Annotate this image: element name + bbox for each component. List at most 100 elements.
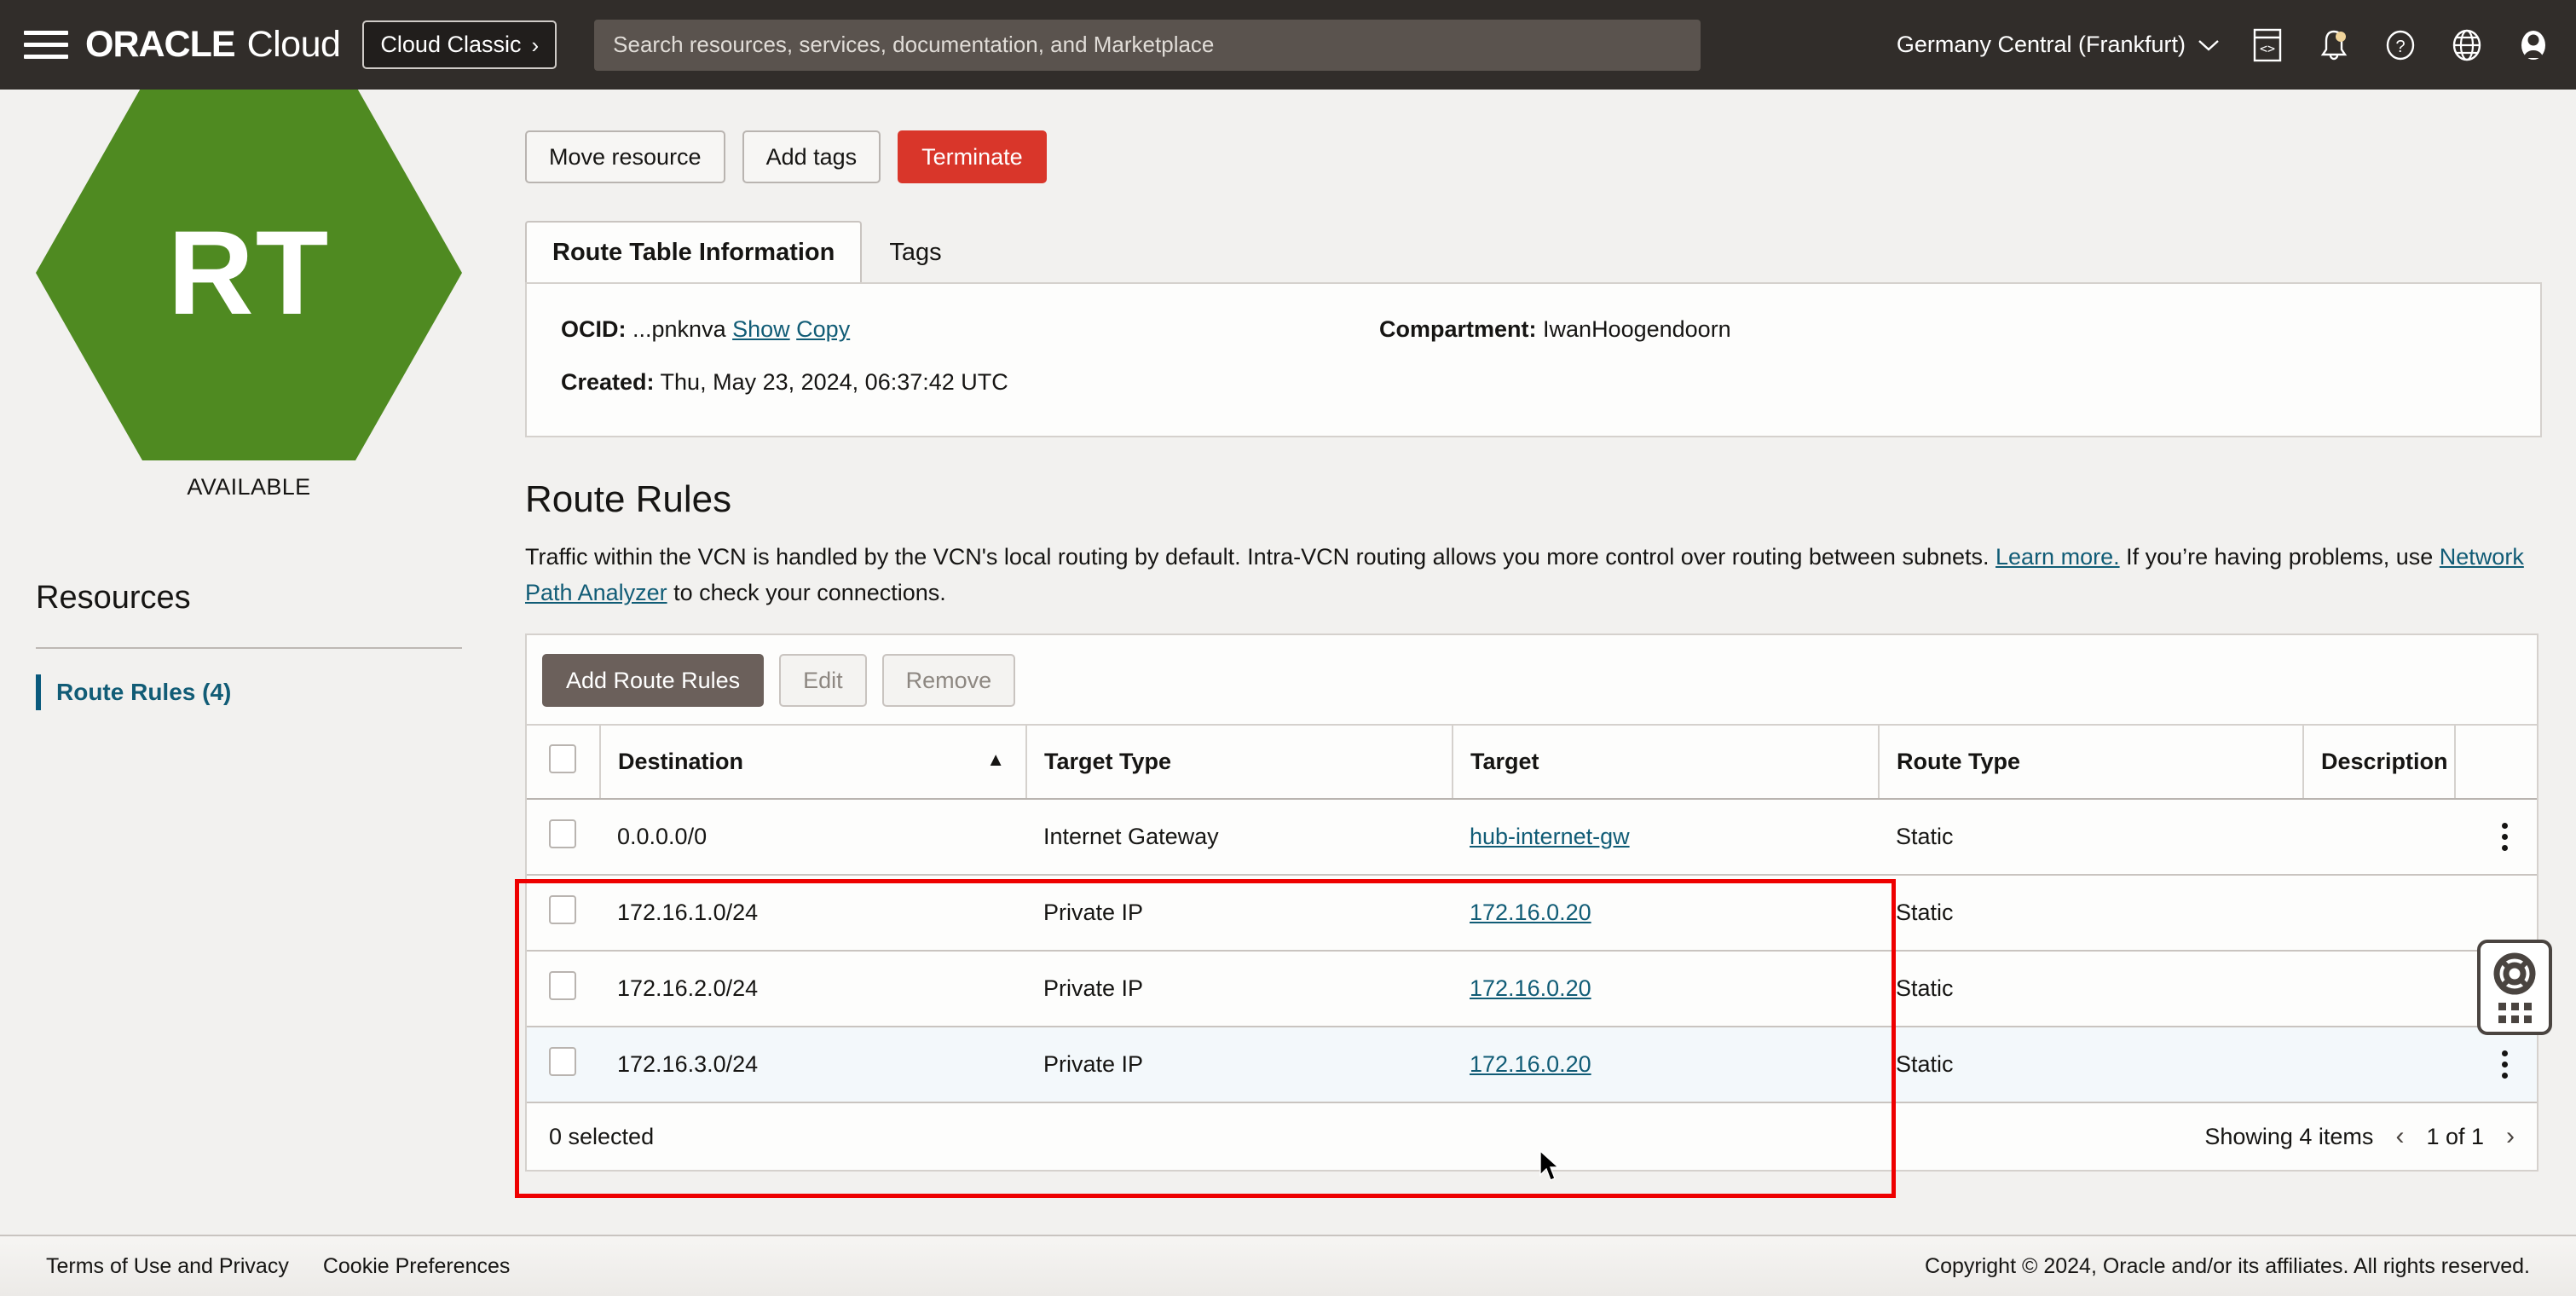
- row-checkbox[interactable]: [549, 1047, 576, 1076]
- notifications-bell-icon[interactable]: [2315, 26, 2353, 64]
- tab-tags[interactable]: Tags: [862, 221, 968, 284]
- description-text-1: Traffic within the VCN is handled by the…: [525, 544, 1996, 570]
- row-select-cell: [527, 799, 600, 875]
- created-group: Created: Thu, May 23, 2024, 06:37:42 UTC: [561, 366, 1379, 399]
- column-header-actions: [2455, 725, 2537, 799]
- resources-heading: Resources: [36, 580, 462, 616]
- created-value: Thu, May 23, 2024, 06:37:42 UTC: [661, 369, 1008, 395]
- page-indicator: 1 of 1: [2426, 1124, 2484, 1150]
- lifesaver-help-icon: [2492, 952, 2537, 996]
- target-link[interactable]: 172.16.0.20: [1470, 1051, 1591, 1077]
- previous-page-icon[interactable]: ‹: [2395, 1122, 2404, 1151]
- sidebar-item-route-rules[interactable]: Route Rules (4): [36, 674, 462, 710]
- chevron-down-icon: [2198, 38, 2220, 52]
- status-badge: AVAILABLE: [36, 474, 462, 500]
- table-row[interactable]: 172.16.3.0/24 Private IP 172.16.0.20 Sta…: [527, 1027, 2537, 1102]
- hexagon-badge: RT: [36, 85, 462, 460]
- code-editor-icon[interactable]: <>: [2249, 26, 2286, 64]
- hamburger-bar: [24, 31, 68, 35]
- drag-handle-dots-icon[interactable]: [2498, 1003, 2532, 1023]
- target-link[interactable]: hub-internet-gw: [1470, 824, 1630, 849]
- select-all-header: [527, 725, 600, 799]
- row-select-cell: [527, 1027, 600, 1102]
- compartment-group: Compartment: IwanHoogendoorn: [1379, 313, 1731, 346]
- cloud-wordmark: Cloud: [247, 24, 341, 66]
- ocid-value: ...pnknva: [632, 316, 726, 342]
- cell-description: [2303, 875, 2455, 951]
- cell-route-type: Static: [1879, 1027, 2303, 1102]
- next-page-icon[interactable]: ›: [2506, 1122, 2515, 1151]
- row-kebab-menu-icon[interactable]: [2472, 823, 2537, 851]
- select-all-checkbox[interactable]: [549, 744, 576, 773]
- ocid-group: OCID: ...pnknva Show Copy: [561, 313, 1379, 346]
- row-checkbox[interactable]: [549, 819, 576, 848]
- edit-button[interactable]: Edit: [779, 654, 867, 707]
- remove-button[interactable]: Remove: [882, 654, 1016, 707]
- route-rules-table: Destination ▲ Target Type Target Route T…: [527, 724, 2537, 1102]
- svg-text:?: ?: [2395, 38, 2405, 56]
- add-route-rules-button[interactable]: Add Route Rules: [542, 654, 764, 707]
- cell-destination: 172.16.2.0/24: [600, 951, 1026, 1027]
- cell-target-type: Private IP: [1026, 875, 1453, 951]
- selected-count: 0 selected: [549, 1124, 654, 1150]
- cloud-classic-button[interactable]: Cloud Classic ›: [362, 20, 557, 69]
- column-header-route-type[interactable]: Route Type: [1879, 725, 2303, 799]
- created-row: Created: Thu, May 23, 2024, 06:37:42 UTC: [561, 366, 2506, 399]
- ocid-copy-link[interactable]: Copy: [796, 316, 850, 342]
- cell-destination: 172.16.1.0/24: [600, 875, 1026, 951]
- row-actions-cell: [2455, 1027, 2537, 1102]
- cell-destination: 0.0.0.0/0: [600, 799, 1026, 875]
- footer-links: Terms of Use and Privacy Cookie Preferen…: [46, 1254, 510, 1279]
- description-text-2: If you’re having problems, use: [2120, 544, 2440, 570]
- route-rules-description: Traffic within the VCN is handled by the…: [525, 540, 2545, 611]
- table-row[interactable]: 0.0.0.0/0 Internet Gateway hub-internet-…: [527, 799, 2537, 875]
- target-link[interactable]: 172.16.0.20: [1470, 975, 1591, 1001]
- hamburger-bar: [24, 43, 68, 47]
- row-checkbox[interactable]: [549, 895, 576, 924]
- table-row[interactable]: 172.16.1.0/24 Private IP 172.16.0.20 Sta…: [527, 875, 2537, 951]
- hamburger-menu-icon[interactable]: [24, 26, 68, 64]
- oracle-cloud-logo[interactable]: ORACLE Cloud: [85, 24, 340, 66]
- sort-ascending-icon: ▲: [986, 749, 1005, 771]
- row-checkbox[interactable]: [549, 971, 576, 1000]
- ocid-label: OCID:: [561, 316, 627, 342]
- help-question-icon[interactable]: ?: [2382, 26, 2419, 64]
- table-head: Destination ▲ Target Type Target Route T…: [527, 725, 2537, 799]
- row-select-cell: [527, 951, 600, 1027]
- row-kebab-menu-icon[interactable]: [2472, 1050, 2537, 1079]
- resource-action-buttons: Move resource Add tags Terminate: [525, 130, 2542, 183]
- detail-tabs: Route Table Information Tags: [525, 219, 2542, 282]
- learn-more-link[interactable]: Learn more.: [1996, 544, 2120, 570]
- ocid-row: OCID: ...pnknva Show Copy Compartment: I…: [561, 313, 2506, 346]
- oracle-wordmark: ORACLE: [85, 24, 235, 66]
- column-header-description[interactable]: Description: [2303, 725, 2455, 799]
- hamburger-bar: [24, 55, 68, 59]
- cell-target-type: Private IP: [1026, 951, 1453, 1027]
- language-globe-icon[interactable]: [2448, 26, 2486, 64]
- user-avatar-icon[interactable]: [2515, 26, 2552, 64]
- target-link[interactable]: 172.16.0.20: [1470, 900, 1591, 925]
- terminate-button[interactable]: Terminate: [898, 130, 1047, 183]
- table-header-row: Destination ▲ Target Type Target Route T…: [527, 725, 2537, 799]
- tab-route-table-information[interactable]: Route Table Information: [525, 221, 862, 284]
- column-header-target[interactable]: Target: [1453, 725, 1879, 799]
- cookie-preferences-link[interactable]: Cookie Preferences: [323, 1254, 511, 1279]
- resource-initials: RT: [168, 204, 331, 342]
- cell-route-type: Static: [1879, 875, 2303, 951]
- column-header-target-type[interactable]: Target Type: [1026, 725, 1453, 799]
- add-tags-button[interactable]: Add tags: [742, 130, 881, 183]
- search-input[interactable]: [594, 20, 1701, 71]
- column-header-destination[interactable]: Destination ▲: [600, 725, 1026, 799]
- route-rules-table-card: Add Route Rules Edit Remove Destination …: [525, 634, 2538, 1172]
- help-widget[interactable]: [2477, 940, 2552, 1035]
- move-resource-button[interactable]: Move resource: [525, 130, 725, 183]
- table-row[interactable]: 172.16.2.0/24 Private IP 172.16.0.20 Sta…: [527, 951, 2537, 1027]
- ocid-show-link[interactable]: Show: [732, 316, 790, 342]
- region-selector[interactable]: Germany Central (Frankfurt): [1897, 32, 2220, 58]
- cell-target: hub-internet-gw: [1453, 799, 1879, 875]
- cell-route-type: Static: [1879, 951, 2303, 1027]
- terms-of-use-link[interactable]: Terms of Use and Privacy: [46, 1254, 289, 1279]
- cell-target: 172.16.0.20: [1453, 875, 1879, 951]
- page-footer: Terms of Use and Privacy Cookie Preferen…: [0, 1235, 2576, 1296]
- top-navigation-bar: ORACLE Cloud Cloud Classic › Germany Cen…: [0, 0, 2576, 90]
